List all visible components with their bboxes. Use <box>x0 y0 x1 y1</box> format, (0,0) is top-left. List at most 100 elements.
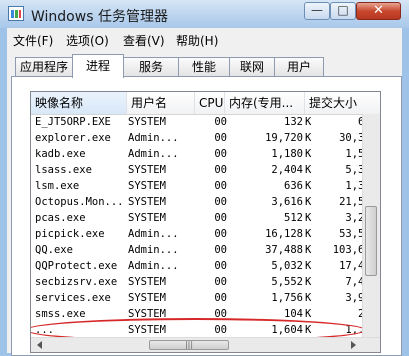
scroll-right-arrow-icon[interactable] <box>351 341 356 349</box>
column-header-user[interactable]: 用户名 <box>127 92 195 114</box>
process-memory: 636 <box>284 180 303 192</box>
table-row[interactable]: ...SYSTEM001,604K1,... <box>31 322 380 338</box>
vertical-scroll-thumb[interactable] <box>365 206 377 276</box>
process-memory-unit: K <box>305 196 312 208</box>
column-header-memory[interactable]: 内存(专用... <box>225 92 305 114</box>
process-cpu: 00 <box>214 308 227 320</box>
title-bar[interactable]: Windows 任务管理器 — □ ✕ <box>0 0 409 28</box>
maximize-button[interactable]: □ <box>330 2 356 20</box>
process-memory: 2,404 <box>271 164 303 176</box>
process-user: SYSTEM <box>128 292 166 304</box>
menu-bar: 文件(F) 选项(O) 查看(V) 帮助(H) <box>7 28 402 51</box>
process-name: E_JT5ORP.EXE <box>35 116 111 128</box>
processes-panel: 映像名称 用户名 CPU 内存(专用... 提交大小 E_JT5ORP.EXE S… <box>11 76 402 356</box>
tab-performance[interactable]: 性能 <box>178 57 230 77</box>
table-row[interactable]: QQProtect.exe Admin... 00 5,032 K 17,444 <box>31 258 380 274</box>
process-memory: 1,180 <box>271 148 303 160</box>
process-memory: 5,552 <box>271 276 303 288</box>
process-memory: 1,756 <box>271 292 303 304</box>
process-memory-unit: K <box>305 132 312 144</box>
process-memory: 512 <box>284 212 303 224</box>
minimize-button[interactable]: — <box>304 2 330 20</box>
column-header-cpu[interactable]: CPU <box>195 92 225 114</box>
table-row[interactable]: pcas.exeSYSTEM00512K3,268 <box>31 210 380 226</box>
close-button[interactable]: ✕ <box>356 2 401 20</box>
vertical-scrollbar[interactable] <box>362 114 380 337</box>
tab-applications[interactable]: 应用程序 <box>15 57 73 77</box>
process-cpu: 00 <box>214 260 227 272</box>
table-row[interactable]: picpick.exe Admin... 00 16,128 K 53,508 <box>31 226 380 242</box>
process-name: kadb.exe <box>35 148 86 160</box>
table-row[interactable]: explorer.exe Admin... 00 19,720 K 30,364 <box>31 130 380 146</box>
column-header-commit[interactable]: 提交大小 <box>305 92 380 114</box>
menu-help[interactable]: 帮助(H) <box>176 32 218 49</box>
process-memory-unit: K <box>305 164 312 176</box>
tab-services[interactable]: 服务 <box>123 57 179 77</box>
process-cpu: 00 <box>214 276 227 288</box>
horizontal-scrollbar[interactable]: ||| <box>31 337 380 352</box>
process-name: QQProtect.exe <box>35 260 118 272</box>
process-name: pcas.exe <box>35 212 86 224</box>
column-header-image-name[interactable]: 映像名称 <box>31 92 127 114</box>
table-row[interactable]: secbizsrv.exeSYSTEM005,552K7,428 <box>31 274 380 290</box>
process-name: ... <box>35 324 54 336</box>
menu-file[interactable]: 文件(F) <box>13 32 53 49</box>
process-user: SYSTEM <box>128 116 166 128</box>
process-memory: 104 <box>284 308 303 320</box>
process-memory-unit: K <box>305 116 312 128</box>
table-row[interactable]: smss.exeSYSTEM00104K264 <box>31 306 380 322</box>
process-name: Octopus.Mon... <box>35 196 124 208</box>
process-user: Admin... <box>128 228 179 240</box>
tab-networking[interactable]: 联网 <box>229 57 275 77</box>
table-row[interactable]: lsass.exeSYSTEM002,404K5,376 <box>31 162 380 178</box>
process-cpu: 00 <box>214 324 227 336</box>
process-user: SYSTEM <box>128 324 166 336</box>
process-memory-unit: K <box>305 148 312 160</box>
process-user: SYSTEM <box>128 180 166 192</box>
process-user: SYSTEM <box>128 212 166 224</box>
table-row[interactable]: E_JT5ORP.EXESYSTEM00132K684 <box>31 114 380 130</box>
process-user: Admin... <box>128 148 179 160</box>
menu-options[interactable]: 选项(O) <box>66 32 109 49</box>
process-name: QQ.exe <box>35 244 73 256</box>
table-row[interactable]: kadb.exeAdmin...001,180K1,512 <box>31 146 380 162</box>
process-memory-unit: K <box>305 260 312 272</box>
process-user: SYSTEM <box>128 308 166 320</box>
window-body: 应用程序 进程 服务 性能 联网 用户 映像名称 用户名 CPU 内存(专用..… <box>7 50 402 356</box>
tab-processes[interactable]: 进程 <box>72 54 124 78</box>
process-user: Admin... <box>128 132 179 144</box>
process-cpu: 00 <box>214 196 227 208</box>
process-cpu: 00 <box>214 212 227 224</box>
process-user: SYSTEM <box>128 164 166 176</box>
process-memory-unit: K <box>305 276 312 288</box>
process-name: lsass.exe <box>35 164 92 176</box>
process-cpu: 00 <box>214 132 227 144</box>
process-memory: 1,604 <box>271 324 303 336</box>
process-memory-unit: K <box>305 324 312 336</box>
table-row[interactable]: Octopus.Mon... SYSTEM 00 3,616 K 21,584 <box>31 194 380 210</box>
process-cpu: 00 <box>214 164 227 176</box>
process-memory: 19,720 <box>265 132 303 144</box>
process-memory-unit: K <box>305 308 312 320</box>
horizontal-scroll-thumb[interactable]: ||| <box>149 340 229 350</box>
process-cpu: 00 <box>214 292 227 304</box>
process-name: services.exe <box>35 292 111 304</box>
scroll-left-arrow-icon[interactable] <box>37 341 42 349</box>
process-cpu: 00 <box>214 148 227 160</box>
process-memory-unit: K <box>305 292 312 304</box>
process-memory: 16,128 <box>265 228 303 240</box>
column-header-row: 映像名称 用户名 CPU 内存(专用... 提交大小 <box>31 92 380 115</box>
process-name: secbizsrv.exe <box>35 276 118 288</box>
process-memory-unit: K <box>305 180 312 192</box>
task-manager-icon <box>8 6 24 21</box>
process-name: picpick.exe <box>35 228 105 240</box>
menu-view[interactable]: 查看(V) <box>123 32 165 49</box>
table-row[interactable]: lsm.exeSYSTEM00636K1,384 <box>31 178 380 194</box>
process-memory: 3,616 <box>271 196 303 208</box>
process-user: SYSTEM <box>128 276 166 288</box>
table-row[interactable]: services.exeSYSTEM001,756K3,960 <box>31 290 380 306</box>
window-title: Windows 任务管理器 <box>31 9 168 25</box>
table-row[interactable]: QQ.exe Admin... 00 37,488 K 103,652 <box>31 242 380 258</box>
process-user: Admin... <box>128 244 179 256</box>
tab-users[interactable]: 用户 <box>274 57 324 77</box>
